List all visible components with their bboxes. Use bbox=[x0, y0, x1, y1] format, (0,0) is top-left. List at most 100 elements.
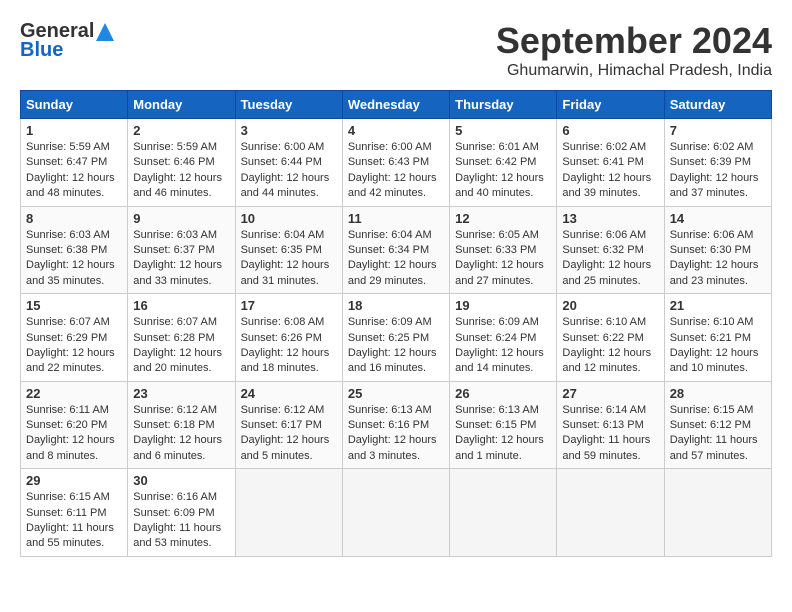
calendar-cell: 18Sunrise: 6:09 AMSunset: 6:25 PMDayligh… bbox=[342, 294, 449, 382]
calendar-cell bbox=[450, 469, 557, 557]
day-number: 1 bbox=[26, 123, 122, 138]
sunrise: Sunrise: 6:08 AM bbox=[241, 316, 325, 328]
calendar-cell: 20Sunrise: 6:10 AMSunset: 6:22 PMDayligh… bbox=[557, 294, 664, 382]
sunrise: Sunrise: 6:04 AM bbox=[241, 229, 325, 241]
sunset: Sunset: 6:43 PM bbox=[348, 156, 429, 168]
table-row: 29Sunrise: 6:15 AMSunset: 6:11 PMDayligh… bbox=[21, 469, 772, 557]
daylight: Daylight: 12 hours and 18 minutes. bbox=[241, 347, 330, 374]
sunset: Sunset: 6:26 PM bbox=[241, 332, 322, 344]
calendar-cell: 19Sunrise: 6:09 AMSunset: 6:24 PMDayligh… bbox=[450, 294, 557, 382]
calendar-cell: 3Sunrise: 6:00 AMSunset: 6:44 PMDaylight… bbox=[235, 119, 342, 207]
sunset: Sunset: 6:17 PM bbox=[241, 419, 322, 431]
daylight: Daylight: 12 hours and 46 minutes. bbox=[133, 172, 222, 199]
day-number: 28 bbox=[670, 386, 766, 401]
daylight: Daylight: 12 hours and 27 minutes. bbox=[455, 259, 544, 286]
header-row: Sunday Monday Tuesday Wednesday Thursday… bbox=[21, 91, 772, 119]
daylight: Daylight: 12 hours and 23 minutes. bbox=[670, 259, 759, 286]
day-number: 22 bbox=[26, 386, 122, 401]
daylight: Daylight: 12 hours and 44 minutes. bbox=[241, 172, 330, 199]
header-tuesday: Tuesday bbox=[235, 91, 342, 119]
sunset: Sunset: 6:30 PM bbox=[670, 244, 751, 256]
calendar-cell: 16Sunrise: 6:07 AMSunset: 6:28 PMDayligh… bbox=[128, 294, 235, 382]
daylight: Daylight: 12 hours and 33 minutes. bbox=[133, 259, 222, 286]
calendar-cell: 4Sunrise: 6:00 AMSunset: 6:43 PMDaylight… bbox=[342, 119, 449, 207]
day-number: 15 bbox=[26, 298, 122, 313]
sunset: Sunset: 6:24 PM bbox=[455, 332, 536, 344]
sunset: Sunset: 6:47 PM bbox=[26, 156, 107, 168]
day-number: 2 bbox=[133, 123, 229, 138]
day-number: 14 bbox=[670, 211, 766, 226]
sunset: Sunset: 6:35 PM bbox=[241, 244, 322, 256]
daylight: Daylight: 12 hours and 35 minutes. bbox=[26, 259, 115, 286]
day-number: 4 bbox=[348, 123, 444, 138]
sunset: Sunset: 6:39 PM bbox=[670, 156, 751, 168]
sunset: Sunset: 6:37 PM bbox=[133, 244, 214, 256]
calendar-cell: 8Sunrise: 6:03 AMSunset: 6:38 PMDaylight… bbox=[21, 206, 128, 294]
calendar-cell: 27Sunrise: 6:14 AMSunset: 6:13 PMDayligh… bbox=[557, 381, 664, 469]
table-row: 1 Sunrise: 5:59 AM Sunset: 6:47 PM Daylight… bbox=[21, 119, 772, 207]
sunrise: Sunrise: 6:15 AM bbox=[26, 491, 110, 503]
sunset: Sunset: 6:16 PM bbox=[348, 419, 429, 431]
sunrise: Sunrise: 6:07 AM bbox=[26, 316, 110, 328]
daylight: Daylight: 12 hours and 48 minutes. bbox=[26, 172, 115, 199]
sunrise: Sunrise: 6:16 AM bbox=[133, 491, 217, 503]
daylight: Daylight: 12 hours and 14 minutes. bbox=[455, 347, 544, 374]
daylight: Daylight: 12 hours and 40 minutes. bbox=[455, 172, 544, 199]
sunset: Sunset: 6:22 PM bbox=[562, 332, 643, 344]
sunrise: Sunrise: 6:02 AM bbox=[670, 141, 754, 153]
calendar-cell: 13Sunrise: 6:06 AMSunset: 6:32 PMDayligh… bbox=[557, 206, 664, 294]
daylight: Daylight: 12 hours and 16 minutes. bbox=[348, 347, 437, 374]
calendar-cell bbox=[342, 469, 449, 557]
daylight: Daylight: 11 hours and 55 minutes. bbox=[26, 522, 114, 549]
sunset: Sunset: 6:28 PM bbox=[133, 332, 214, 344]
calendar-cell: 9Sunrise: 6:03 AMSunset: 6:37 PMDaylight… bbox=[128, 206, 235, 294]
daylight: Daylight: 12 hours and 6 minutes. bbox=[133, 434, 222, 461]
calendar-cell: 30Sunrise: 6:16 AMSunset: 6:09 PMDayligh… bbox=[128, 469, 235, 557]
day-number: 27 bbox=[562, 386, 658, 401]
day-number: 11 bbox=[348, 211, 444, 226]
daylight: Daylight: 11 hours and 57 minutes. bbox=[670, 434, 758, 461]
day-number: 3 bbox=[241, 123, 337, 138]
sunrise: Sunrise: 6:14 AM bbox=[562, 404, 646, 416]
sunrise: Sunrise: 5:59 AM bbox=[26, 141, 110, 153]
daylight: Daylight: 11 hours and 59 minutes. bbox=[562, 434, 650, 461]
day-number: 26 bbox=[455, 386, 551, 401]
sunrise: Sunrise: 6:07 AM bbox=[133, 316, 217, 328]
day-number: 30 bbox=[133, 473, 229, 488]
day-number: 20 bbox=[562, 298, 658, 313]
header-monday: Monday bbox=[128, 91, 235, 119]
calendar-cell: 14 Sunrise: 6:06 AM Sunset: 6:30 PM Dayligh… bbox=[664, 206, 771, 294]
calendar-cell: 28Sunrise: 6:15 AMSunset: 6:12 PMDayligh… bbox=[664, 381, 771, 469]
sunset: Sunset: 6:42 PM bbox=[455, 156, 536, 168]
daylight: Daylight: 12 hours and 5 minutes. bbox=[241, 434, 330, 461]
sunrise: Sunrise: 6:06 AM bbox=[670, 229, 754, 241]
daylight: Daylight: 12 hours and 8 minutes. bbox=[26, 434, 115, 461]
day-number: 12 bbox=[455, 211, 551, 226]
calendar-cell: 21Sunrise: 6:10 AMSunset: 6:21 PMDayligh… bbox=[664, 294, 771, 382]
sunset: Sunset: 6:15 PM bbox=[455, 419, 536, 431]
daylight: Daylight: 12 hours and 20 minutes. bbox=[133, 347, 222, 374]
table-row: 22Sunrise: 6:11 AMSunset: 6:20 PMDayligh… bbox=[21, 381, 772, 469]
sunrise: Sunrise: 6:04 AM bbox=[348, 229, 432, 241]
sunset: Sunset: 6:11 PM bbox=[26, 507, 107, 519]
daylight: Daylight: 12 hours and 1 minute. bbox=[455, 434, 544, 461]
sunrise: Sunrise: 6:09 AM bbox=[348, 316, 432, 328]
day-number: 13 bbox=[562, 211, 658, 226]
calendar-cell: 5Sunrise: 6:01 AMSunset: 6:42 PMDaylight… bbox=[450, 119, 557, 207]
calendar-cell: 23Sunrise: 6:12 AMSunset: 6:18 PMDayligh… bbox=[128, 381, 235, 469]
calendar-cell bbox=[235, 469, 342, 557]
day-number: 7 bbox=[670, 123, 766, 138]
daylight: Daylight: 12 hours and 12 minutes. bbox=[562, 347, 651, 374]
day-number: 24 bbox=[241, 386, 337, 401]
daylight: Daylight: 12 hours and 29 minutes. bbox=[348, 259, 437, 286]
sunset: Sunset: 6:21 PM bbox=[670, 332, 751, 344]
sunset: Sunset: 6:34 PM bbox=[348, 244, 429, 256]
header-friday: Friday bbox=[557, 91, 664, 119]
header-sunday: Sunday bbox=[21, 91, 128, 119]
calendar-cell: 7Sunrise: 6:02 AMSunset: 6:39 PMDaylight… bbox=[664, 119, 771, 207]
day-number: 17 bbox=[241, 298, 337, 313]
sunset: Sunset: 6:38 PM bbox=[26, 244, 107, 256]
day-number: 25 bbox=[348, 386, 444, 401]
sunrise: Sunrise: 6:13 AM bbox=[455, 404, 539, 416]
daylight: Daylight: 12 hours and 22 minutes. bbox=[26, 347, 115, 374]
